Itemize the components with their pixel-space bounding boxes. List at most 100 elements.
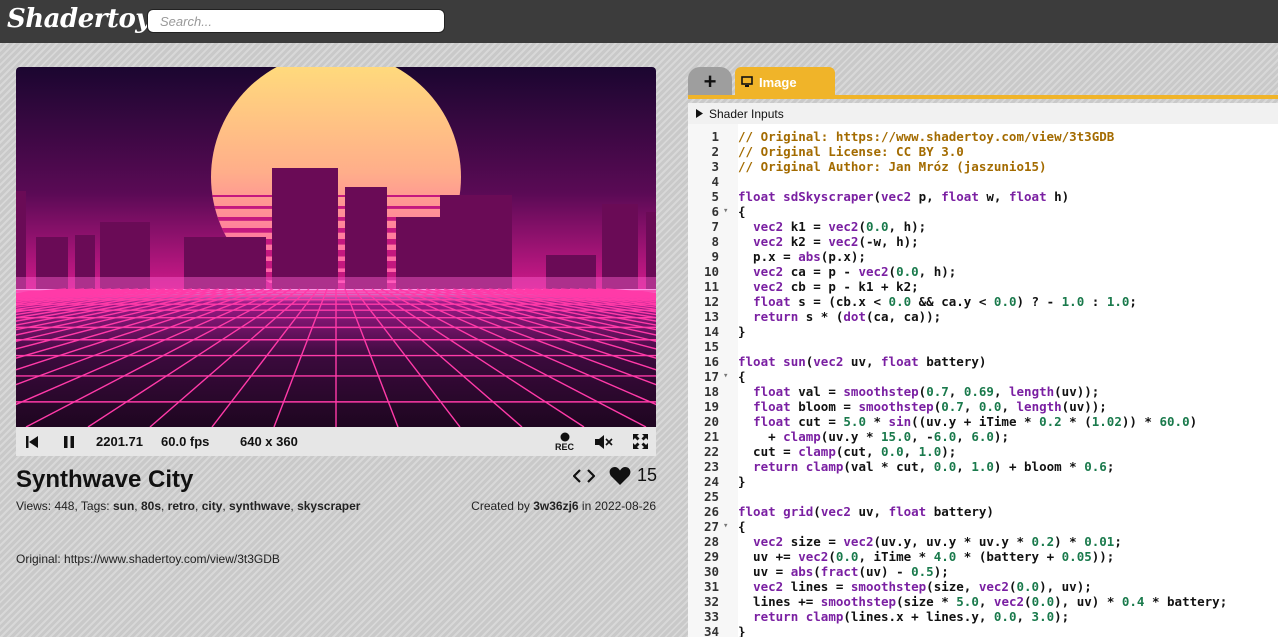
code-line[interactable]: 21 + clamp(uv.y * 15.0, -6.0, 6.0);	[688, 429, 1278, 444]
add-tab-button[interactable]: +	[688, 67, 732, 97]
code-line[interactable]: 34}	[688, 624, 1278, 637]
code-line[interactable]: 14}	[688, 324, 1278, 339]
line-number: 5	[711, 189, 719, 204]
line-number: 18	[703, 384, 719, 399]
code-line[interactable]: 9 p.x = abs(p.x);	[688, 249, 1278, 264]
tag-link[interactable]: retro	[168, 499, 195, 513]
tag-link[interactable]: city	[202, 499, 223, 513]
player-controls: 2201.71 60.0 fps 640 x 360 REC	[16, 427, 656, 456]
code-line[interactable]: 16 float sun(vec2 uv, float battery)	[688, 354, 1278, 369]
search-input[interactable]	[147, 9, 445, 33]
fps-readout: 60.0 fps	[161, 434, 210, 449]
shader-canvas[interactable]	[16, 67, 656, 427]
shader-inputs-toggle[interactable]: Shader Inputs	[688, 103, 1278, 124]
line-number: 29	[703, 549, 719, 564]
line-number: 19	[703, 399, 719, 414]
tag-link[interactable]: sun	[113, 499, 134, 513]
tab-image[interactable]: Image	[735, 67, 835, 97]
line-number: 34	[703, 624, 719, 637]
rewind-button[interactable]	[25, 427, 39, 456]
code-text: return clamp(lines.x + lines.y, 0.0, 3.0…	[753, 609, 1070, 624]
line-number: 11	[703, 279, 719, 294]
fold-toggle-icon[interactable]: ▾	[723, 519, 728, 534]
code-line[interactable]: 22 cut = clamp(cut, 0.0, 1.0);	[688, 444, 1278, 459]
line-number: 26	[703, 504, 719, 519]
code-line[interactable]: 4	[688, 174, 1278, 189]
code-line[interactable]: 32 lines += smoothstep(size * 5.0, vec2(…	[688, 594, 1278, 609]
code-line[interactable]: 6 ▾ {	[688, 204, 1278, 219]
code-line[interactable]: 18 float val = smoothstep(0.7, 0.69, len…	[688, 384, 1278, 399]
record-label: REC	[555, 441, 575, 452]
code-text: {	[738, 204, 746, 219]
shader-description: Original: https://www.shadertoy.com/view…	[16, 552, 280, 566]
code-line[interactable]: 5 float sdSkyscraper(vec2 p, float w, flo…	[688, 189, 1278, 204]
tag-link[interactable]: synthwave	[229, 499, 290, 513]
code-line[interactable]: 12 float s = (cb.x < 0.0 && ca.y < 0.0) …	[688, 294, 1278, 309]
created-prefix: Created by	[471, 499, 534, 513]
code-line[interactable]: 17 ▾ {	[688, 369, 1278, 384]
code-line[interactable]: 29 uv += vec2(0.0, iTime * 4.0 * (batter…	[688, 549, 1278, 564]
record-button[interactable]: REC	[555, 427, 574, 456]
code-line[interactable]: 13 return s * (dot(ca, ca));	[688, 309, 1278, 324]
code-line[interactable]: 15	[688, 339, 1278, 354]
created-info: Created by 3w36zj6 in 2022-08-26	[471, 499, 656, 513]
code-line[interactable]: 7 vec2 k1 = vec2(0.0, h);	[688, 219, 1278, 234]
code-line[interactable]: 28 vec2 size = vec2(uv.y, uv.y * uv.y * …	[688, 534, 1278, 549]
line-number: 12	[703, 294, 719, 309]
line-number: 1	[711, 129, 719, 144]
code-line[interactable]: 30 uv = abs(fract(uv) - 0.5);	[688, 564, 1278, 579]
fullscreen-button[interactable]	[633, 427, 648, 456]
rewind-icon	[26, 435, 38, 448]
tag-link[interactable]: 80s	[141, 499, 161, 513]
code-editor[interactable]: 1 // Original: https://www.shadertoy.com/…	[688, 124, 1278, 637]
embed-code-icon[interactable]	[573, 468, 595, 484]
author-link[interactable]: 3w36zj6	[533, 499, 578, 513]
fold-toggle-icon[interactable]: ▾	[723, 204, 728, 219]
code-text: float val = smoothstep(0.7, 0.69, length…	[753, 384, 1100, 399]
line-number: 8	[711, 234, 719, 249]
shadertoy-logo[interactable]: Shadertoy	[7, 4, 150, 34]
line-number: 20	[703, 414, 719, 429]
code-text: lines += smoothstep(size * 5.0, vec2(0.0…	[738, 594, 1228, 609]
code-text: float cut = 5.0 * sin((uv.y + iTime * 0.…	[753, 414, 1198, 429]
tab-underline	[688, 95, 1278, 99]
heart-icon[interactable]	[609, 466, 631, 486]
line-number: 6	[711, 204, 719, 219]
code-text: vec2 k2 = vec2(-w, h);	[753, 234, 919, 249]
fold-toggle-icon[interactable]: ▾	[723, 369, 728, 384]
code-text: }	[738, 324, 746, 339]
top-bar: Shadertoy	[0, 0, 1278, 43]
line-number: 7	[711, 219, 719, 234]
code-line[interactable]: 11 vec2 cb = p - k1 + k2;	[688, 279, 1278, 294]
tab-image-label: Image	[759, 74, 797, 90]
code-line[interactable]: 8 vec2 k2 = vec2(-w, h);	[688, 234, 1278, 249]
code-text: // Original: https://www.shadertoy.com/v…	[738, 129, 1115, 144]
code-line[interactable]: 3 // Original Author: Jan Mróz (jaszunio1…	[688, 159, 1278, 174]
code-line[interactable]: 2 // Original License: CC BY 3.0	[688, 144, 1278, 159]
line-number: 13	[703, 309, 719, 324]
code-text: }	[738, 624, 746, 637]
code-line[interactable]: 25	[688, 489, 1278, 504]
code-line[interactable]: 10 vec2 ca = p - vec2(0.0, h);	[688, 264, 1278, 279]
code-text: + clamp(uv.y * 15.0, -6.0, 6.0);	[738, 429, 1009, 444]
code-line[interactable]: 19 float bloom = smoothstep(0.7, 0.0, le…	[688, 399, 1278, 414]
line-number: 23	[703, 459, 719, 474]
code-line[interactable]: 23 return clamp(val * cut, 0.0, 1.0) + b…	[688, 459, 1278, 474]
code-text: // Original Author: Jan Mróz (jaszunio15…	[738, 159, 1047, 174]
code-line[interactable]: 1 // Original: https://www.shadertoy.com/…	[688, 129, 1278, 144]
code-text: uv = abs(fract(uv) - 0.5);	[738, 564, 949, 579]
line-number: 4	[711, 174, 719, 189]
fullscreen-icon	[633, 434, 648, 449]
code-line[interactable]: 20 float cut = 5.0 * sin((uv.y + iTime *…	[688, 414, 1278, 429]
code-line[interactable]: 26 float grid(vec2 uv, float battery)	[688, 504, 1278, 519]
code-text: float grid(vec2 uv, float battery)	[738, 504, 994, 519]
volume-button[interactable]	[594, 427, 614, 456]
code-line[interactable]: 31 vec2 lines = smoothstep(size, vec2(0.…	[688, 579, 1278, 594]
code-line[interactable]: 33 return clamp(lines.x + lines.y, 0.0, …	[688, 609, 1278, 624]
tag-link[interactable]: skyscraper	[297, 499, 360, 513]
code-line[interactable]: 24}	[688, 474, 1278, 489]
like-count: 15	[637, 465, 658, 485]
line-number: 16	[703, 354, 719, 369]
pause-button[interactable]	[62, 427, 76, 456]
code-line[interactable]: 27 ▾ {	[688, 519, 1278, 534]
